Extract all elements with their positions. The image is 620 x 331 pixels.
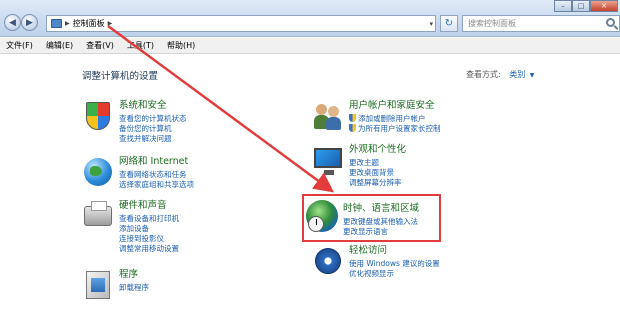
address-bar[interactable]: ▶ 控制面板 ▶ ▾ <box>46 15 436 32</box>
refresh-button[interactable]: ↻ <box>440 15 458 32</box>
category-link[interactable]: 优化视频显示 <box>349 269 440 279</box>
category-link[interactable]: 更改主题 <box>349 158 406 168</box>
category-hardware-sound: 硬件和声音 查看设备和打印机 添加设备 连接到投影仪 调整常用移动设置 <box>82 200 179 254</box>
highlight-box <box>302 194 441 242</box>
category-system-security: 系统和安全 查看您的计算机状态 备份您的计算机 查找并解决问题 <box>82 100 187 144</box>
category-title[interactable]: 外观和个性化 <box>349 144 406 156</box>
view-by-label: 查看方式: <box>466 70 501 79</box>
chevron-down-icon[interactable]: ▼ <box>530 72 535 79</box>
users-icon[interactable] <box>312 100 344 132</box>
category-link[interactable]: 更改桌面背景 <box>349 168 406 178</box>
programs-icon[interactable] <box>82 269 114 301</box>
category-user-accounts: 用户帐户和家庭安全 添加或删除用户帐户 为所有用户设置家长控制 <box>312 100 441 134</box>
category-title[interactable]: 用户帐户和家庭安全 <box>349 100 441 112</box>
category-title[interactable]: 系统和安全 <box>119 100 187 112</box>
address-dropdown-icon[interactable]: ▾ <box>429 20 433 28</box>
category-link[interactable]: 卸载程序 <box>119 283 149 293</box>
category-link[interactable]: 调整常用移动设置 <box>119 244 179 254</box>
search-input[interactable]: 搜索控制面板 <box>462 15 620 32</box>
category-programs: 程序 卸载程序 <box>82 269 149 301</box>
category-link[interactable]: 选择家庭组和共享选项 <box>119 180 194 190</box>
title-bar: ◀ ▶ ▶ 控制面板 ▶ ▾ ↻ 搜索控制面板 – □ ✕ <box>0 0 620 37</box>
view-by-dropdown[interactable]: 类别 <box>509 70 525 79</box>
category-link[interactable]: 使用 Windows 建议的设置 <box>349 259 440 269</box>
menu-help[interactable]: 帮助(H) <box>167 40 195 51</box>
category-link[interactable]: 为所有用户设置家长控制 <box>349 124 441 134</box>
menu-file[interactable]: 文件(F) <box>6 40 33 51</box>
category-link[interactable]: 查看设备和打印机 <box>119 214 179 224</box>
breadcrumb-arrow-icon[interactable]: ▶ <box>108 20 113 27</box>
category-link[interactable]: 连接到投影仪 <box>119 234 179 244</box>
search-placeholder: 搜索控制面板 <box>468 19 516 28</box>
category-title[interactable]: 网络和 Internet <box>119 156 194 168</box>
category-title[interactable]: 程序 <box>119 269 149 281</box>
menu-bar: 文件(F) 编辑(E) 查看(V) 工具(T) 帮助(H) <box>0 38 620 54</box>
category-link[interactable]: 备份您的计算机 <box>119 124 187 134</box>
display-icon[interactable] <box>312 144 344 176</box>
back-arrow-icon: ◀ <box>9 17 16 28</box>
globe-network-icon[interactable] <box>82 156 114 188</box>
category-title[interactable]: 轻松访问 <box>349 245 440 257</box>
shield-icon[interactable] <box>82 100 114 132</box>
breadcrumb-control-panel[interactable]: 控制面板 <box>73 18 105 29</box>
category-ease-of-access: 轻松访问 使用 Windows 建议的设置 优化视频显示 <box>312 245 440 279</box>
category-title[interactable]: 硬件和声音 <box>119 200 179 212</box>
category-link[interactable]: 查找并解决问题 <box>119 134 187 144</box>
control-panel-icon <box>51 19 62 28</box>
page-title: 调整计算机的设置 <box>82 71 159 82</box>
forward-button[interactable]: ▶ <box>21 14 38 31</box>
category-link[interactable]: 查看您的计算机状态 <box>119 114 187 124</box>
category-link[interactable]: 添加设备 <box>119 224 179 234</box>
menu-tools[interactable]: 工具(T) <box>127 40 154 51</box>
ease-of-access-icon[interactable] <box>312 245 344 277</box>
search-icon[interactable] <box>606 18 615 27</box>
menu-view[interactable]: 查看(V) <box>86 40 114 51</box>
back-button[interactable]: ◀ <box>4 14 21 31</box>
control-panel-content: 调整计算机的设置 查看方式: 类别 ▼ 系统和安全 查看您的计算机状态 备份您的… <box>0 55 620 331</box>
category-link[interactable]: 查看网络状态和任务 <box>119 170 194 180</box>
printer-icon[interactable] <box>82 200 114 232</box>
maximize-button[interactable]: □ <box>572 0 590 12</box>
menu-edit[interactable]: 编辑(E) <box>46 40 73 51</box>
category-link[interactable]: 调整屏幕分辨率 <box>349 178 406 188</box>
category-link[interactable]: 添加或删除用户帐户 <box>349 114 441 124</box>
close-button[interactable]: ✕ <box>590 0 618 12</box>
view-by: 查看方式: 类别 ▼ <box>466 69 534 80</box>
category-appearance: 外观和个性化 更改主题 更改桌面背景 调整屏幕分辨率 <box>312 144 406 188</box>
category-network: 网络和 Internet 查看网络状态和任务 选择家庭组和共享选项 <box>82 156 194 190</box>
breadcrumb-arrow-icon[interactable]: ▶ <box>65 20 70 27</box>
minimize-button[interactable]: – <box>554 0 572 12</box>
forward-arrow-icon: ▶ <box>26 17 33 28</box>
window-controls: – □ ✕ <box>554 0 618 12</box>
refresh-icon: ↻ <box>444 18 454 29</box>
